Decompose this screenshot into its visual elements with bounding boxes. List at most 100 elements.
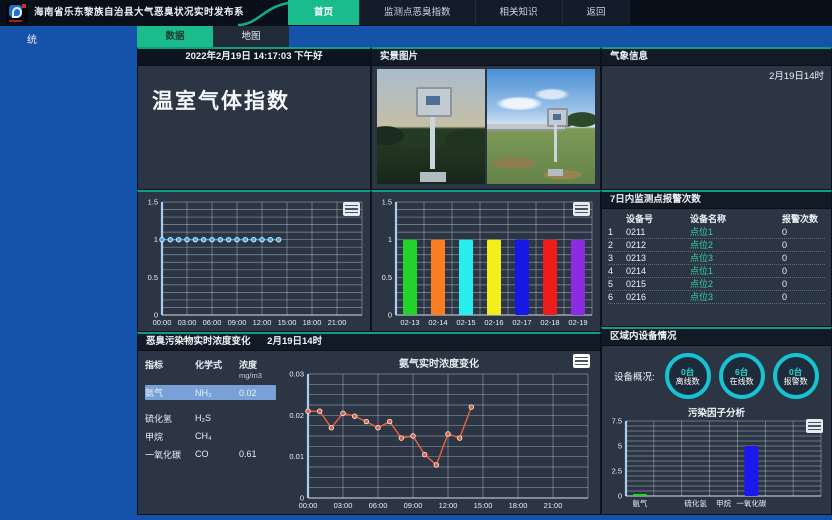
svg-text:0.5: 0.5 bbox=[382, 273, 392, 282]
svg-text:15:00: 15:00 bbox=[474, 501, 493, 510]
datetime-text: 2022年2月19日 14:17:03 下午好 bbox=[138, 49, 370, 66]
col-formula: 化学式 bbox=[195, 358, 239, 371]
weather-panel-title: 气象信息 bbox=[602, 49, 831, 66]
title-wrap-char: 统 bbox=[27, 31, 37, 46]
svg-text:15:00: 15:00 bbox=[278, 318, 297, 327]
col-indicator: 指标 bbox=[145, 358, 195, 371]
weather-date: 2月19日14时 bbox=[769, 68, 824, 82]
nav-item-back[interactable]: 返回 bbox=[562, 0, 630, 25]
monitor-pole bbox=[430, 117, 435, 169]
chart-menu-icon[interactable] bbox=[343, 202, 360, 216]
main-content: 2022年2月19日 14:17:03 下午好 温室气体指数 实景图片 bbox=[137, 47, 832, 515]
col-device-id: 设备号 bbox=[626, 213, 690, 225]
svg-text:18:00: 18:00 bbox=[303, 318, 322, 327]
svg-text:06:00: 06:00 bbox=[369, 501, 388, 510]
col-device-name: 设备名称 bbox=[690, 213, 782, 225]
odor-panel-title: 恶臭污染物实时浓度变化 bbox=[146, 336, 251, 347]
chart-menu-icon[interactable] bbox=[573, 202, 590, 216]
svg-text:0.03: 0.03 bbox=[289, 370, 304, 379]
factor-bar-chart: 02.557.5氨气硫化氢甲烷一氧化碳 bbox=[604, 417, 829, 510]
svg-text:1.5: 1.5 bbox=[148, 198, 158, 207]
devices-panel: 区域内设备情况 设备概况: 0台 离线数 6台 在线数 0台 报警数 污染因子分… bbox=[601, 327, 832, 515]
monitor-pole bbox=[554, 124, 557, 162]
monitor-cabinet bbox=[416, 87, 452, 117]
svg-text:1.5: 1.5 bbox=[382, 198, 392, 207]
online-count-badge: 6台 在线数 bbox=[719, 353, 765, 399]
pollutant-table-header: 指标 化学式 浓度mg/m3 bbox=[145, 356, 276, 382]
top-navbar: 海南省乐东黎族自治县大气恶臭状况实时发布系 首页 监测点恶臭指数 相关知识 返回 bbox=[0, 0, 832, 27]
pollutant-row-h2s[interactable]: 硫化氢H₂S bbox=[145, 409, 276, 427]
alarm-table-header: 设备号 设备名称 报警次数 bbox=[608, 212, 825, 226]
pollutant-row-co[interactable]: 一氧化碳CO0.61 bbox=[145, 445, 276, 463]
device-overview: 设备概况: 0台 离线数 6台 在线数 0台 报警数 bbox=[602, 349, 831, 403]
svg-text:02-15: 02-15 bbox=[456, 318, 475, 327]
dashboard-root: { "topbar": { "title": "海南省乐东黎族自治县大气恶臭状况… bbox=[0, 0, 832, 520]
station-photo-dusk bbox=[377, 69, 485, 184]
app-title: 海南省乐东黎族自治县大气恶臭状况实时发布系 bbox=[34, 0, 244, 26]
svg-text:02-18: 02-18 bbox=[540, 318, 559, 327]
monitor-screen bbox=[553, 114, 561, 120]
device-overview-label: 设备概况: bbox=[614, 369, 655, 383]
alarm-count-badge: 0台 报警数 bbox=[773, 353, 819, 399]
svg-text:03:00: 03:00 bbox=[178, 318, 197, 327]
svg-text:02-19: 02-19 bbox=[568, 318, 587, 327]
svg-text:0.01: 0.01 bbox=[289, 452, 304, 461]
svg-text:硫化氢: 硫化氢 bbox=[684, 498, 707, 508]
app-logo-icon bbox=[6, 3, 28, 23]
monitor-cabinet bbox=[547, 108, 568, 127]
svg-text:02-17: 02-17 bbox=[512, 318, 531, 327]
greeting-panel: 2022年2月19日 14:17:03 下午好 温室气体指数 bbox=[137, 47, 371, 190]
table-row: 60216点位30 bbox=[608, 291, 825, 304]
monitor-screen bbox=[426, 96, 440, 105]
daily-bar-chart: 0 0.5 1 1.5 02-13 02-14 02-15 02-16 02-17 02-18 02… bbox=[372, 192, 600, 331]
svg-text:02-13: 02-13 bbox=[400, 318, 419, 327]
svg-text:0: 0 bbox=[388, 311, 392, 320]
svg-text:5: 5 bbox=[618, 442, 622, 451]
svg-text:00:00: 00:00 bbox=[153, 318, 172, 327]
alarm-panel-title: 7日内监测点报警次数 bbox=[602, 192, 831, 209]
main-nav: 首页 监测点恶臭指数 相关知识 返回 bbox=[288, 0, 630, 25]
svg-text:09:00: 09:00 bbox=[228, 318, 247, 327]
daily-bars-panel: 0 0.5 1 1.5 02-13 02-14 02-15 02-16 02-17 02-18 02… bbox=[371, 190, 601, 332]
alarm-count-panel: 7日内监测点报警次数 设备号 设备名称 报警次数 10211点位10 20212… bbox=[601, 190, 832, 327]
tab-map[interactable]: 地图 bbox=[213, 26, 289, 47]
nav-item-knowledge[interactable]: 相关知识 bbox=[475, 0, 562, 25]
view-tabs: 数据 地图 bbox=[137, 26, 289, 47]
chart-menu-icon[interactable] bbox=[573, 354, 590, 368]
table-row: 40214点位10 bbox=[608, 265, 825, 278]
svg-text:02-14: 02-14 bbox=[428, 318, 447, 327]
svg-text:03:00: 03:00 bbox=[334, 501, 353, 510]
svg-text:1: 1 bbox=[154, 235, 158, 244]
tab-data[interactable]: 数据 bbox=[137, 26, 213, 47]
svg-text:7.5: 7.5 bbox=[612, 417, 622, 426]
table-row: 20212点位20 bbox=[608, 239, 825, 252]
svg-text:06:00: 06:00 bbox=[203, 318, 222, 327]
live-photos-panel: 实景图片 bbox=[371, 47, 601, 190]
svg-text:氨气: 氨气 bbox=[632, 498, 647, 508]
svg-text:1: 1 bbox=[388, 235, 392, 244]
svg-text:0.02: 0.02 bbox=[289, 411, 304, 420]
pollutant-row-ch4[interactable]: 甲烷CH₄ bbox=[145, 427, 276, 445]
station-photo-day bbox=[487, 69, 595, 184]
svg-text:0: 0 bbox=[618, 492, 622, 501]
col-alarm-count: 报警次数 bbox=[782, 213, 825, 225]
odor-panel-date: 2月19日14时 bbox=[267, 336, 322, 347]
pollutant-row-nh3[interactable]: 氨气NH₃0.02 bbox=[145, 385, 276, 400]
svg-text:00:00: 00:00 bbox=[299, 501, 318, 510]
nh3-line-chart: 00.010.020.0300:0003:0006:0009:0012:0015… bbox=[278, 368, 600, 514]
alarm-table: 设备号 设备名称 报警次数 10211点位10 20212点位20 30213点… bbox=[608, 212, 825, 304]
svg-text:12:00: 12:00 bbox=[253, 318, 272, 327]
odor-pollutant-panel: 恶臭污染物实时浓度变化 2月19日14时 指标 化学式 浓度mg/m3 氨气NH… bbox=[137, 332, 601, 515]
offline-count-badge: 0台 离线数 bbox=[665, 353, 711, 399]
nav-item-home[interactable]: 首页 bbox=[288, 0, 359, 25]
greenhouse-chart-panel: 00.511.500:0003:0006:0009:0012:0015:0018… bbox=[137, 190, 371, 332]
svg-text:21:00: 21:00 bbox=[544, 501, 563, 510]
logo-red-dot bbox=[22, 4, 26, 8]
monitor-base bbox=[548, 169, 563, 176]
nav-item-odor-index[interactable]: 监测点恶臭指数 bbox=[359, 0, 475, 25]
pollutant-table: 指标 化学式 浓度mg/m3 氨气NH₃0.02 硫化氢H₂S 甲烷CH₄ 一氧 bbox=[138, 350, 278, 514]
svg-text:02-16: 02-16 bbox=[484, 318, 503, 327]
table-row: 30213点位30 bbox=[608, 252, 825, 265]
svg-text:甲烷: 甲烷 bbox=[716, 498, 731, 508]
chart-menu-icon[interactable] bbox=[806, 419, 823, 433]
